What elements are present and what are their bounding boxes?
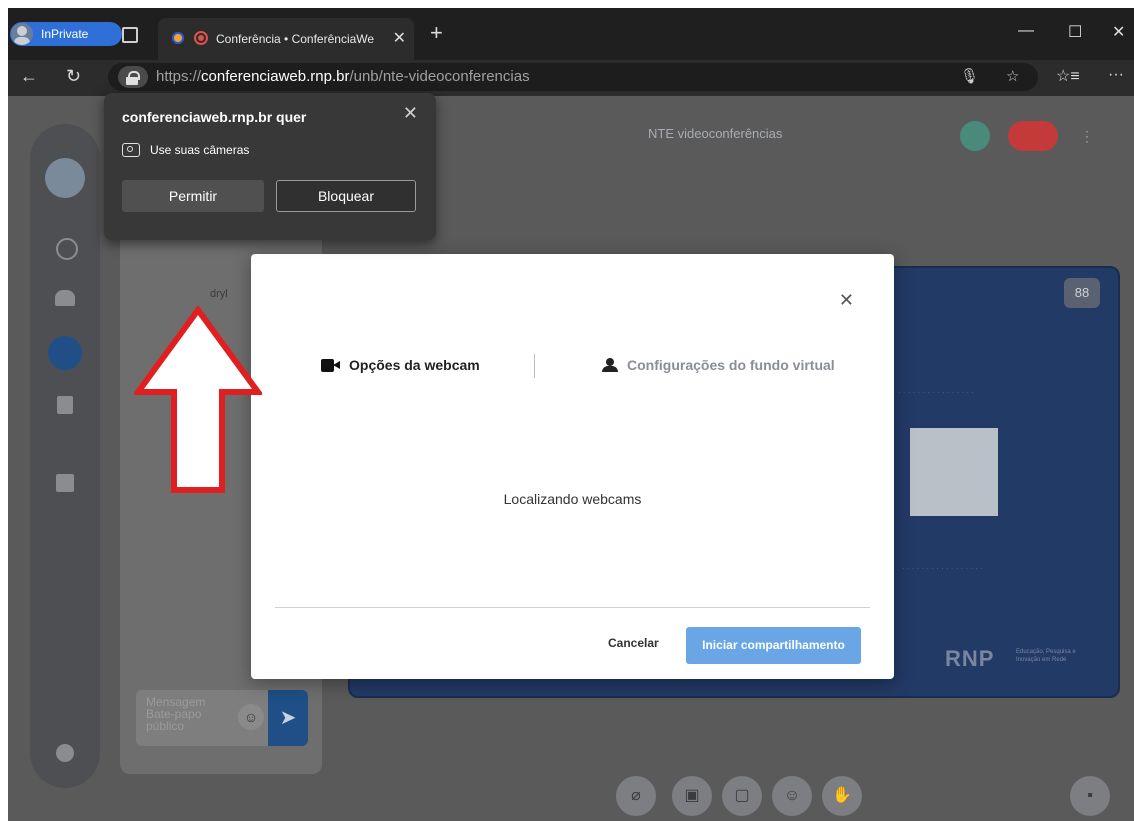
- tab-webcam-options[interactable]: Opções da webcam: [321, 357, 480, 373]
- modal-close-icon[interactable]: ✕: [839, 290, 854, 311]
- recording-favicon-icon: [194, 31, 208, 45]
- tab-webcam-label: Opções da webcam: [349, 357, 480, 373]
- microphone-icon[interactable]: 🎙: [960, 67, 979, 85]
- permission-request: Use suas câmeras: [122, 143, 249, 157]
- app-sidebar: [30, 124, 100, 788]
- tab-close-icon[interactable]: ✕: [393, 28, 406, 48]
- permission-title: conferenciaweb.rnp.br quer: [122, 109, 307, 125]
- meeting-title: NTE videoconferências: [648, 126, 783, 141]
- camera-permission-popup: conferenciaweb.rnp.br quer ✕ Use suas câ…: [104, 93, 436, 240]
- apps-icon[interactable]: [56, 474, 74, 492]
- tab-title: Conferência • ConferênciaWe: [216, 32, 375, 46]
- camera-off-icon[interactable]: ▣: [672, 776, 712, 816]
- chat-icon[interactable]: [48, 336, 82, 370]
- tab-actions-icon[interactable]: [122, 27, 138, 43]
- qr-code: [910, 428, 998, 516]
- faint-text-2: · · · · · · · · · · · · · · · · ·: [902, 564, 983, 573]
- maximize-icon[interactable]: ☐: [1068, 22, 1082, 42]
- webcam-status: Localizando webcams: [503, 491, 642, 507]
- chat-message-fragment: dryl: [210, 288, 228, 300]
- allow-button[interactable]: Permitir: [122, 180, 264, 212]
- mute-mic-icon[interactable]: ⌀: [616, 776, 656, 816]
- notes-icon[interactable]: [57, 396, 73, 414]
- camera-icon: [122, 143, 140, 157]
- tab-divider: [534, 354, 535, 378]
- app-logo-icon: [45, 158, 85, 198]
- tab-virtual-background[interactable]: Configurações do fundo virtual: [601, 357, 835, 373]
- tab-strip: InPrivate Conferência • ConferênciaWe ✕ …: [8, 8, 1134, 60]
- new-tab-button[interactable]: +: [430, 20, 443, 46]
- video-camera-icon: [321, 358, 341, 372]
- settings-gear-icon[interactable]: [56, 744, 74, 762]
- connection-status-icon[interactable]: [960, 121, 990, 151]
- back-icon[interactable]: ←: [20, 66, 38, 87]
- modal-divider: [275, 607, 870, 608]
- tab-conferencia[interactable]: Conferência • ConferênciaWe ✕: [158, 18, 414, 60]
- workspace-icon: [172, 32, 184, 44]
- participants-icon[interactable]: [55, 290, 75, 306]
- inprivate-label: InPrivate: [41, 27, 89, 41]
- start-sharing-button[interactable]: Iniciar compartilhamento: [686, 627, 861, 664]
- virtual-background-icon: [601, 358, 619, 372]
- emoji-icon[interactable]: ☺: [238, 704, 264, 730]
- chat-placeholder: Mensagem Bate-papo público: [146, 695, 206, 733]
- reactions-icon[interactable]: ☺: [772, 776, 812, 816]
- options-menu-icon[interactable]: ⋮: [1080, 121, 1094, 151]
- user-icon[interactable]: [56, 238, 78, 260]
- annotation-arrow-icon: [134, 306, 262, 493]
- favorite-star-icon[interactable]: ☆: [1006, 67, 1019, 85]
- favorites-icon[interactable]: ☆≡: [1056, 66, 1080, 86]
- send-button[interactable]: ➤: [268, 690, 308, 746]
- permission-request-label: Use suas câmeras: [150, 143, 250, 157]
- navigation-bar: ← ↻ https://conferenciaweb.rnp.br/unb/nt…: [8, 60, 1134, 96]
- webcam-modal: ✕ Opções da webcam Configurações do fund…: [251, 254, 894, 679]
- refresh-icon[interactable]: ↻: [66, 66, 81, 87]
- chat-input[interactable]: Mensagem Bate-papo público ☺ ➤: [136, 690, 308, 746]
- rnp-logo: RNP: [945, 646, 995, 671]
- permission-close-icon[interactable]: ✕: [403, 103, 418, 124]
- profile-avatar-icon: [11, 23, 33, 45]
- raise-hand-icon[interactable]: ✋: [822, 776, 862, 816]
- people-layout-icon[interactable]: 88: [1064, 278, 1100, 308]
- captions-icon[interactable]: ▪: [1070, 776, 1110, 816]
- tab-background-label: Configurações do fundo virtual: [627, 357, 835, 373]
- inprivate-badge[interactable]: InPrivate: [10, 22, 122, 46]
- browser-window: InPrivate Conferência • ConferênciaWe ✕ …: [8, 8, 1134, 821]
- cancel-button[interactable]: Cancelar: [608, 636, 659, 650]
- close-window-icon[interactable]: ✕: [1112, 22, 1125, 42]
- leave-button[interactable]: [1008, 121, 1058, 151]
- block-button[interactable]: Bloquear: [276, 180, 416, 212]
- more-menu-icon[interactable]: ···: [1108, 66, 1124, 84]
- lock-icon[interactable]: [118, 66, 148, 88]
- url-text[interactable]: https://conferenciaweb.rnp.br/unb/nte-vi…: [156, 68, 530, 85]
- minimize-icon[interactable]: —: [1018, 22, 1034, 40]
- rnp-tagline: Educação, Pesquisa e Inovação em Rede: [1016, 649, 1076, 663]
- screen-share-off-icon[interactable]: ▢: [722, 776, 762, 816]
- address-bar[interactable]: https://conferenciaweb.rnp.br/unb/nte-vi…: [108, 63, 1038, 91]
- faint-text: · · · · · · · · · · · · · · · ·: [898, 388, 974, 397]
